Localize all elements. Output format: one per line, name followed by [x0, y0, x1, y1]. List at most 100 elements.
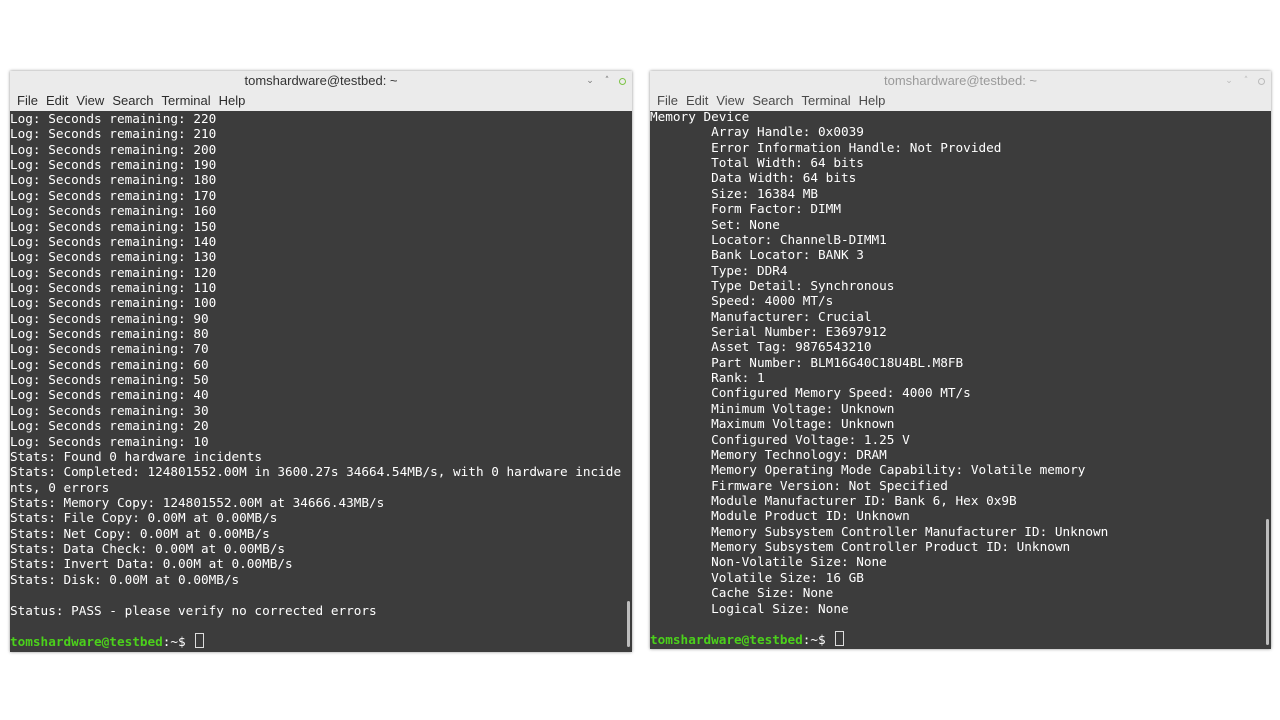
- output-line: Total Width: 64 bits: [650, 155, 864, 171]
- menu-help[interactable]: Help: [215, 91, 250, 111]
- output-line: Log: Seconds remaining: 170: [10, 187, 217, 203]
- output-line: Type Detail: Synchronous: [650, 277, 895, 293]
- output-line: Log: Seconds remaining: 70: [10, 341, 209, 357]
- menu-search[interactable]: Search: [108, 91, 157, 111]
- output-line: Status: PASS - please verify no correcte…: [10, 602, 377, 618]
- output-line: Stats: Net Copy: 0.00M at 0.00MB/s: [10, 525, 270, 541]
- output-line: Memory Operating Mode Capability: Volati…: [650, 462, 1086, 478]
- output-line: Configured Memory Speed: 4000 MT/s: [650, 385, 971, 401]
- menu-search[interactable]: Search: [748, 91, 797, 111]
- maximize-icon[interactable]: ˄: [602, 76, 612, 86]
- output-line: Log: Seconds remaining: 160: [10, 203, 217, 219]
- prompt-user: tomshardware@testbed: [10, 634, 163, 650]
- output-line: Speed: 4000 MT/s: [650, 293, 834, 309]
- output-line: Memory Device: [650, 109, 750, 124]
- menu-view[interactable]: View: [712, 91, 748, 111]
- output-line: Logical Size: None: [650, 600, 849, 616]
- output-line: Set: None: [650, 216, 780, 232]
- minimize-icon[interactable]: ⌄: [1224, 76, 1234, 86]
- output-line: Cache Size: None: [650, 585, 834, 601]
- output-line: Log: Seconds remaining: 110: [10, 279, 217, 295]
- output-line: Log: Seconds remaining: 90: [10, 310, 209, 326]
- menu-edit[interactable]: Edit: [682, 91, 712, 111]
- terminal-window-right[interactable]: tomshardware@testbed: ~ ⌄ ˄ File Edit Vi…: [650, 71, 1271, 649]
- menu-bar: File Edit View Search Terminal Help: [650, 91, 1271, 111]
- close-icon[interactable]: [619, 77, 626, 85]
- menu-bar: File Edit View Search Terminal Help: [10, 91, 632, 111]
- output-line: Log: Seconds remaining: 150: [10, 218, 217, 234]
- output-line: Minimum Voltage: Unknown: [650, 400, 895, 416]
- menu-view[interactable]: View: [72, 91, 108, 111]
- prompt-user: tomshardware@testbed: [650, 632, 803, 648]
- text-cursor: [835, 631, 845, 647]
- menu-edit[interactable]: Edit: [42, 91, 72, 111]
- output-line: Manufacturer: Crucial: [650, 308, 872, 324]
- shell-prompt[interactable]: tomshardware@testbed:~$: [10, 633, 632, 650]
- output-line: Stats: File Copy: 0.00M at 0.00MB/s: [10, 510, 278, 526]
- output-line: Size: 16384 MB: [650, 185, 819, 201]
- output-line: Log: Seconds remaining: 80: [10, 326, 209, 342]
- output-line: Log: Seconds remaining: 30: [10, 402, 209, 418]
- output-line: Log: Seconds remaining: 190: [10, 157, 217, 173]
- scrollbar[interactable]: [627, 601, 630, 647]
- output-line: Stats: Data Check: 0.00M at 0.00MB/s: [10, 541, 285, 557]
- output-line: Asset Tag: 9876543210: [650, 339, 872, 355]
- output-line: Log: Seconds remaining: 120: [10, 264, 217, 280]
- menu-file[interactable]: File: [653, 91, 682, 111]
- output-line: Log: Seconds remaining: 10: [10, 433, 209, 449]
- output-line: Log: Seconds remaining: 200: [10, 141, 217, 157]
- output-line: Log: Seconds remaining: 180: [10, 172, 217, 188]
- output-line: Non-Volatile Size: None: [650, 554, 887, 570]
- text-cursor: [195, 633, 205, 649]
- window-title: tomshardware@testbed: ~: [883, 73, 1038, 88]
- maximize-icon[interactable]: ˄: [1241, 76, 1251, 86]
- output-line: Stats: Disk: 0.00M at 0.00MB/s: [10, 571, 240, 587]
- output-line: Locator: ChannelB-DIMM1: [650, 231, 887, 247]
- menu-help[interactable]: Help: [855, 91, 890, 111]
- output-line: Memory Technology: DRAM: [650, 446, 887, 462]
- output-line: Log: Seconds remaining: 130: [10, 249, 217, 265]
- output-line: Maximum Voltage: Unknown: [650, 416, 895, 432]
- output-line: Log: Seconds remaining: 140: [10, 233, 217, 249]
- output-line: Configured Voltage: 1.25 V: [650, 431, 910, 447]
- output-line: Log: Seconds remaining: 60: [10, 356, 209, 372]
- shell-prompt[interactable]: tomshardware@testbed:~$: [650, 631, 1271, 648]
- scrollbar[interactable]: [1266, 519, 1269, 645]
- output-line: Log: Seconds remaining: 210: [10, 126, 217, 142]
- output-line: Rank: 1: [650, 370, 765, 386]
- output-line: Log: Seconds remaining: 100: [10, 295, 217, 311]
- window-titlebar[interactable]: tomshardware@testbed: ~ ⌄ ˄: [10, 71, 632, 91]
- output-line: Log: Seconds remaining: 40: [10, 387, 209, 403]
- window-titlebar[interactable]: tomshardware@testbed: ~ ⌄ ˄: [650, 71, 1271, 91]
- output-line: Module Product ID: Unknown: [650, 508, 910, 524]
- output-line: Data Width: 64 bits: [650, 170, 857, 186]
- output-line: Part Number: BLM16G40C18U4BL.M8FB: [650, 354, 964, 370]
- menu-file[interactable]: File: [13, 91, 42, 111]
- output-line: Stats: Invert Data: 0.00M at 0.00MB/s: [10, 556, 293, 572]
- output-line: Type: DDR4: [650, 262, 788, 278]
- menu-terminal[interactable]: Terminal: [798, 91, 855, 111]
- output-line: Volatile Size: 16 GB: [650, 569, 864, 585]
- close-icon[interactable]: [1258, 77, 1265, 85]
- output-line: Form Factor: DIMM: [650, 201, 841, 217]
- output-line: Stats: Completed: 124801552.00M in 3600.…: [10, 464, 622, 480]
- terminal-window-left[interactable]: tomshardware@testbed: ~ ⌄ ˄ File Edit Vi…: [10, 71, 632, 652]
- terminal-output[interactable]: Memory Device Array Handle: 0x0039 Error…: [650, 109, 1271, 649]
- output-line: Log: Seconds remaining: 220: [10, 111, 217, 126]
- output-line: Stats: Memory Copy: 124801552.00M at 346…: [10, 494, 385, 510]
- window-title: tomshardware@testbed: ~: [244, 73, 398, 88]
- output-line: Array Handle: 0x0039: [650, 124, 864, 140]
- prompt-path: :~$: [802, 632, 834, 648]
- output-line: Firmware Version: Not Specified: [650, 477, 948, 493]
- terminal-output[interactable]: Log: Seconds remaining: 220 Log: Seconds …: [10, 111, 632, 652]
- menu-terminal[interactable]: Terminal: [158, 91, 215, 111]
- prompt-path: :~$: [162, 634, 194, 650]
- output-line: Serial Number: E3697912: [650, 324, 887, 340]
- output-line: Stats: Found 0 hardware incidents: [10, 448, 263, 464]
- minimize-icon[interactable]: ⌄: [585, 76, 595, 86]
- output-line: Memory Subsystem Controller Manufacturer…: [650, 523, 1109, 539]
- output-line: Log: Seconds remaining: 20: [10, 418, 209, 434]
- output-line: Bank Locator: BANK 3: [650, 247, 864, 263]
